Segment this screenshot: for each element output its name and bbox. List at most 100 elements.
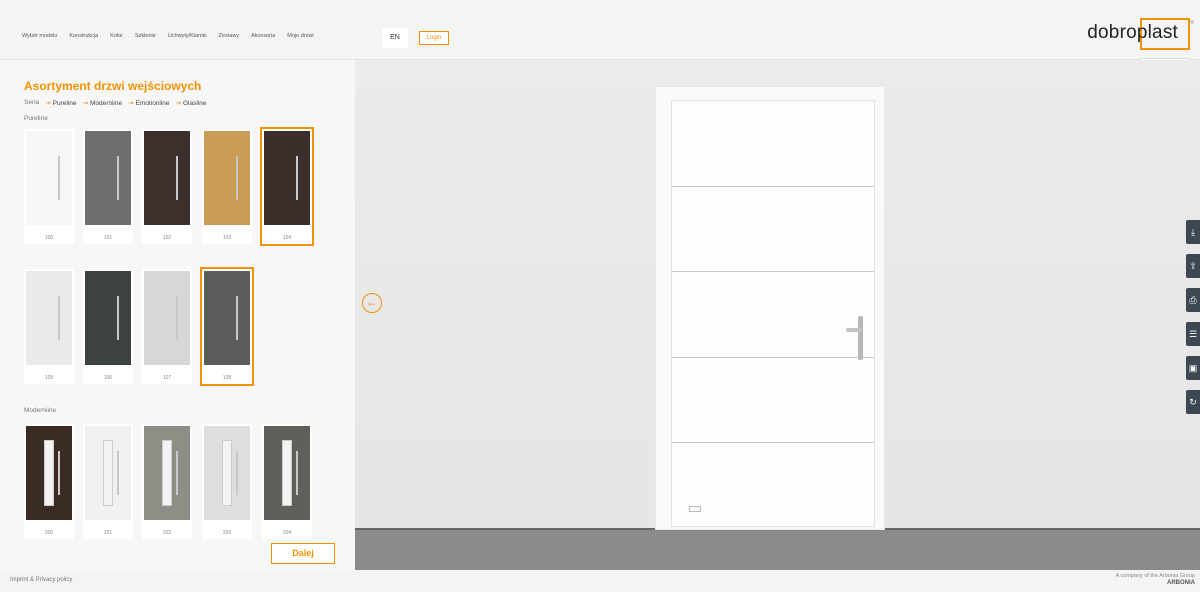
arrow-icon: ⇥ (82, 100, 88, 107)
door-groove (672, 186, 874, 187)
download-icon[interactable]: ⤓ (1186, 220, 1200, 244)
door-number: 204 (282, 530, 292, 536)
arrow-icon: ⇥ (128, 100, 134, 107)
door-thumbnail-glass (282, 440, 292, 506)
door-number: 102 (162, 235, 172, 241)
series-option-moderniine[interactable]: ⇥ Moderniine (83, 99, 123, 107)
login-button[interactable]: Login (419, 31, 449, 45)
door-groove (672, 442, 874, 443)
door-thumbnail (264, 426, 310, 520)
section-label-pureline: Pureline (24, 115, 48, 122)
share-icon[interactable]: ⇧ (1186, 254, 1200, 278)
door-tile[interactable]: 108 (200, 267, 254, 386)
series-option-pureline[interactable]: ⇥ Pureline (45, 99, 76, 107)
image-icon[interactable]: ▣ (1186, 356, 1200, 380)
series-label: Seria (24, 99, 40, 106)
door-thumbnail (204, 271, 250, 365)
main-nav: Wybór modelu Konstrukcja Kolor Szklenie … (22, 33, 314, 39)
back-arrow-icon[interactable]: ← (362, 293, 382, 313)
series-option-glasline[interactable]: ⇥ Glasline (176, 99, 207, 107)
door-thumbnail-handle (176, 451, 178, 495)
door-thumbnail-handle (58, 296, 60, 340)
door-thumbnail (85, 131, 131, 225)
door-tile[interactable]: 101 (83, 129, 133, 244)
imprint-link[interactable]: Imprint & Privacy policy (10, 577, 72, 583)
series-option-emotionline[interactable]: ⇥ Emotionline (128, 99, 169, 107)
door-thumbnail (144, 271, 190, 365)
door-handle (858, 316, 863, 360)
door-tile[interactable]: 201 (83, 424, 133, 539)
door-thumbnail-handle (117, 451, 119, 495)
door-thumbnail-handle (236, 296, 238, 340)
nav-item-model[interactable]: Wybór modelu (22, 33, 57, 39)
door-thumbnail (26, 426, 72, 520)
door-thumbnail (204, 131, 250, 225)
door-tile[interactable]: 105 (24, 269, 74, 384)
next-button[interactable]: Dalej (271, 543, 335, 564)
door-number: 108 (222, 375, 232, 381)
series-option-label: Emotionline (135, 100, 170, 107)
door-thumbnail-glass (162, 440, 172, 506)
door-thumbnail-handle (176, 296, 178, 340)
door-number: 202 (162, 530, 172, 536)
refresh-icon[interactable]: ↻ (1186, 390, 1200, 414)
door-tile[interactable]: 106 (83, 269, 133, 384)
panel-title: Asortyment drzwi wejściowych (24, 79, 202, 93)
door-number: 101 (103, 235, 113, 241)
series-filter: Seria ⇥ Pureline ⇥ Moderniine ⇥ Emotionline… (24, 99, 206, 107)
door-leaf (671, 100, 875, 527)
door-thumbnail-handle (58, 156, 60, 200)
door-thumbnail-handle (117, 156, 119, 200)
door-thumbnail-handle (236, 451, 238, 495)
nav-item-my-door[interactable]: Moje drzwi (287, 33, 313, 39)
door-number: 106 (103, 375, 113, 381)
section-label-moderniine: Moderniine (24, 407, 57, 414)
top-bar: Wybór modelu Konstrukcja Kolor Szklenie … (0, 0, 1200, 78)
door-thumbnail-glass (222, 440, 232, 506)
series-option-label: Moderniine (89, 100, 123, 107)
door-thumbnail-handle (58, 451, 60, 495)
door-badge (689, 506, 701, 512)
door-number: 201 (103, 530, 113, 536)
door-tile[interactable]: 203 (202, 424, 252, 539)
nav-item-color[interactable]: Kolor (110, 33, 123, 39)
arrow-icon: ⇥ (175, 100, 181, 107)
nav-item-sets[interactable]: Zestawy (219, 33, 239, 39)
arrow-icon: ⇥ (45, 100, 51, 107)
door-tile[interactable]: 204 (262, 424, 312, 539)
model-panel: Asortyment drzwi wejściowych Seria ⇥ Pure… (0, 60, 355, 570)
door-number: 104 (282, 235, 292, 241)
registered-mark: ® (1190, 20, 1194, 26)
brand-logo[interactable]: dobroplast (1087, 22, 1178, 44)
nav-item-glazing[interactable]: Szklenie (135, 33, 156, 39)
nav-item-accessories[interactable]: Akcesoria (251, 33, 275, 39)
side-toolbar: ⤓ ⇧ ⎙ ☰ ▣ ↻ (1186, 220, 1200, 414)
door-tile[interactable]: 202 (142, 424, 192, 539)
nav-item-construction[interactable]: Konstrukcja (69, 33, 98, 39)
nav-item-handles[interactable]: Uchwyty/Klamki (168, 33, 207, 39)
arbonia-logo: ARBONIA (1167, 580, 1195, 586)
door-thumbnail (26, 271, 72, 365)
language-button[interactable]: EN (382, 28, 408, 48)
door-frame (655, 86, 885, 530)
print-icon[interactable]: ⎙ (1186, 288, 1200, 312)
door-groove (672, 357, 874, 358)
door-thumbnail-handle (236, 156, 238, 200)
door-thumbnail (85, 271, 131, 365)
door-thumbnail (26, 131, 72, 225)
door-number: 203 (222, 530, 232, 536)
list-icon[interactable]: ☰ (1186, 322, 1200, 346)
door-thumbnail-glass (44, 440, 54, 506)
door-tile[interactable]: 100 (24, 129, 74, 244)
door-tile[interactable]: 200 (24, 424, 74, 539)
door-number: 103 (222, 235, 232, 241)
door-handle-lever (846, 328, 862, 332)
door-tile[interactable]: 103 (202, 129, 252, 244)
door-tile[interactable]: 104 (260, 127, 314, 246)
series-option-label: Glasline (183, 100, 207, 107)
door-tile[interactable]: 102 (142, 129, 192, 244)
series-option-label: Pureline (52, 100, 77, 107)
door-thumbnail-handle (117, 296, 119, 340)
door-tile[interactable]: 107 (142, 269, 192, 384)
door-thumbnail (144, 131, 190, 225)
